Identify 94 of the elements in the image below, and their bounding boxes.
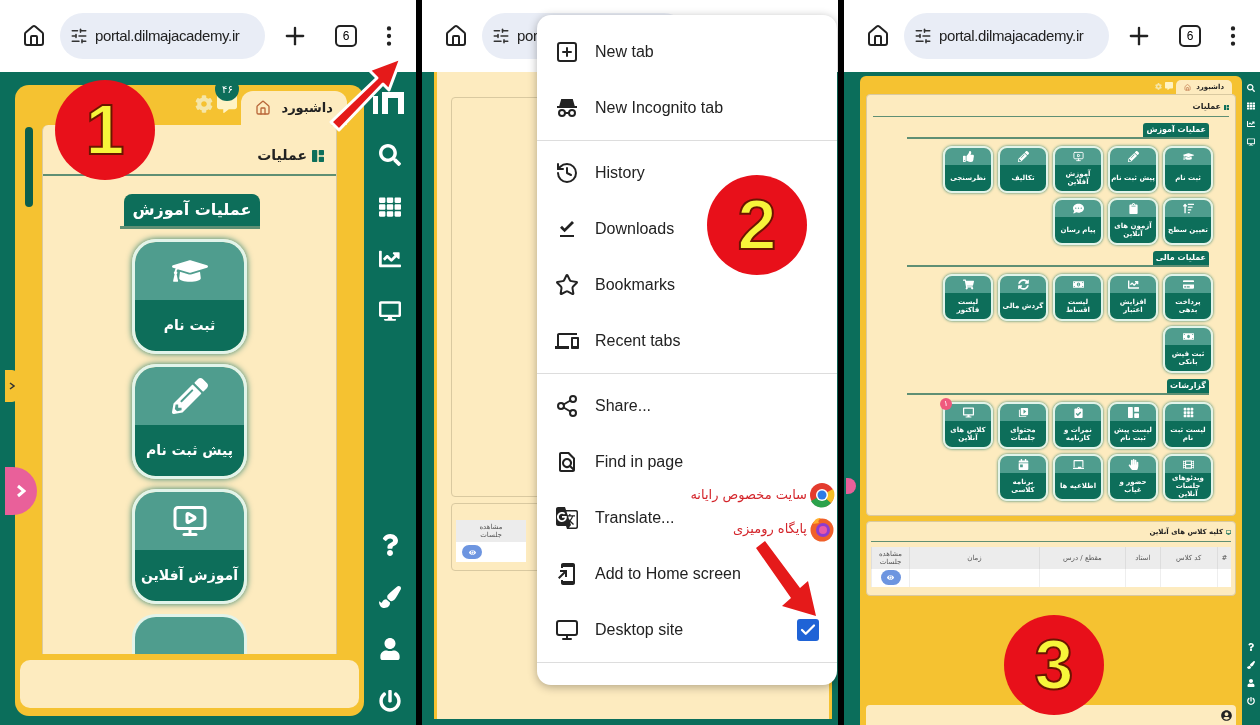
clipboard-icon: [1127, 203, 1139, 214]
video-library-icon: [1017, 407, 1029, 418]
help-icon[interactable]: [1247, 643, 1255, 651]
tune-icon[interactable]: [492, 27, 510, 45]
eye-icon: [887, 574, 894, 581]
monitor-icon: [555, 618, 579, 642]
address-bar[interactable]: portal.dilmajacademy.ir: [60, 13, 265, 59]
expand-handle[interactable]: [846, 478, 856, 494]
eye-icon: [468, 548, 476, 556]
hand-icon: [1127, 459, 1139, 470]
group-title: عملیات مالی: [1152, 251, 1209, 265]
search-icon[interactable]: [379, 144, 401, 166]
view-button[interactable]: [462, 545, 482, 559]
translate-icon: [555, 506, 579, 530]
home-icon[interactable]: [444, 24, 468, 48]
house-icon: [1184, 83, 1192, 91]
group-title: عملیات آموزش: [124, 194, 260, 226]
banknote-icon: [1182, 331, 1194, 342]
monitor-icon: [1226, 529, 1231, 535]
view-button[interactable]: [880, 570, 901, 585]
pencil-icon: [1017, 151, 1029, 162]
calendar-icon: [1017, 459, 1029, 470]
menu-item[interactable]: New Incognito tab: [537, 80, 726, 136]
monitor-icon[interactable]: [1247, 138, 1255, 146]
chat-bubble-icon: [1072, 203, 1084, 214]
blocks-icon: [1127, 407, 1139, 418]
menu-item[interactable]: Downloads: [537, 201, 677, 257]
logo-icon: [373, 92, 407, 114]
grid-icon: [312, 149, 324, 162]
cart-icon: [962, 279, 974, 290]
flame-logo-icon: [809, 516, 835, 542]
group-title: عملیات آموزش: [1143, 123, 1209, 137]
house-icon: [255, 100, 272, 116]
search-icon[interactable]: [1247, 84, 1255, 92]
brush-icon[interactable]: [1247, 661, 1255, 669]
address-bar[interactable]: portal.dilmajacademy.ir: [904, 13, 1109, 59]
monitor-icon[interactable]: [379, 300, 401, 322]
menu-item[interactable]: Find in page: [537, 434, 686, 490]
banknote-icon: [1072, 279, 1084, 290]
incognito-icon: [555, 96, 579, 120]
grid-icon[interactable]: [379, 196, 401, 218]
clipboard-check-icon: [1072, 407, 1084, 418]
checkbox[interactable]: [797, 619, 819, 641]
monitor-icon: [962, 407, 974, 418]
power-icon[interactable]: [1247, 697, 1255, 705]
grid-icon: [1224, 104, 1229, 110]
grid-icon[interactable]: [1247, 102, 1255, 110]
count-badge: ۱: [940, 398, 952, 410]
menu-item[interactable]: Desktop site: [537, 602, 837, 658]
pencil-icon: [1127, 151, 1139, 162]
annotation-text: سایت مخصوص رایانه: [690, 486, 807, 505]
thumbs-icon: [962, 151, 974, 162]
share-icon: [555, 394, 579, 418]
menu-tile[interactable]: آموزش آفلاین: [132, 489, 247, 604]
group-title: گزارشات: [1167, 379, 1209, 393]
add-tab-icon: [555, 40, 579, 64]
grid-icon: [1182, 407, 1194, 418]
chart-line-icon[interactable]: [379, 248, 401, 270]
play-screen-icon: [1072, 151, 1084, 162]
user-avatar-icon[interactable]: [1221, 709, 1232, 721]
tab-count-button[interactable]: 6: [335, 25, 357, 47]
history-icon: [555, 161, 579, 185]
menu-tile[interactable]: ثبت نام: [132, 239, 247, 354]
menu-tile[interactable]: پیش ثبت نام: [132, 364, 247, 479]
brush-icon[interactable]: [379, 586, 401, 608]
user-icon[interactable]: [379, 638, 401, 660]
play-screen-icon: [171, 503, 208, 539]
board-icon: [1072, 459, 1084, 470]
film-icon: [1182, 459, 1194, 470]
arrows-icon: [1182, 203, 1194, 214]
dashboard-tab[interactable]: داشبورد: [241, 91, 347, 125]
tune-icon[interactable]: [70, 27, 88, 45]
menu-item[interactable]: Translate...: [537, 490, 677, 546]
chart-line-icon: [1127, 279, 1139, 290]
home-icon[interactable]: [866, 24, 890, 48]
menu-item[interactable]: Bookmarks: [537, 257, 678, 313]
user-icon[interactable]: [1247, 679, 1255, 687]
menu-item[interactable]: New tab: [537, 24, 656, 80]
tune-icon[interactable]: [914, 27, 932, 45]
graduation-cap-icon: [1182, 151, 1194, 162]
power-icon[interactable]: [379, 690, 401, 712]
menu-item[interactable]: Share...: [537, 378, 654, 434]
menu-item[interactable]: Recent tabs: [537, 313, 683, 369]
menu-item[interactable]: History: [537, 145, 647, 201]
home-icon[interactable]: [22, 24, 46, 48]
menu-item[interactable]: Add to Home screen: [537, 546, 743, 602]
pencil-icon: [171, 378, 208, 414]
annotation-text: پایگاه رومیزی: [732, 520, 807, 539]
star-icon: [555, 273, 579, 297]
side-handle[interactable]: [5, 370, 18, 402]
tab-count-button[interactable]: 6: [1179, 25, 1201, 47]
chart-line-icon[interactable]: [1247, 120, 1255, 128]
card-icon: [1182, 279, 1194, 290]
rotate-icon: [1017, 279, 1029, 290]
